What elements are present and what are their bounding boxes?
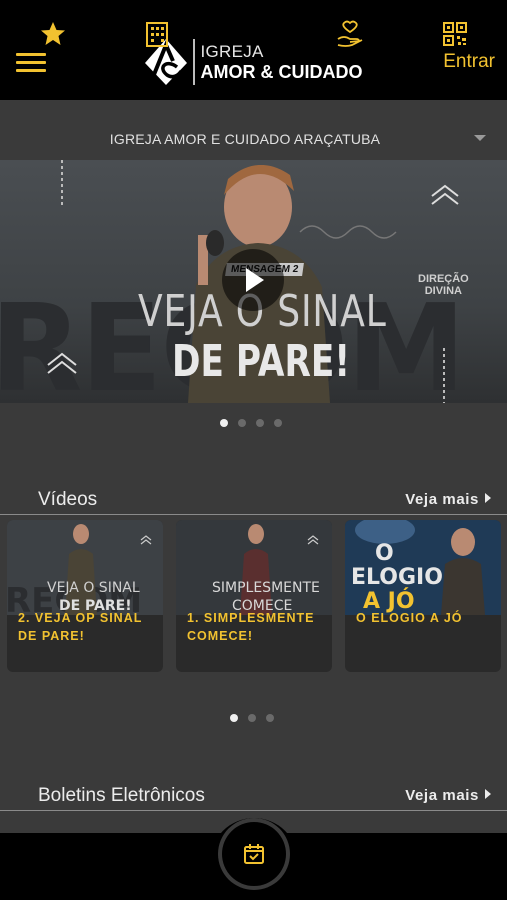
svg-text:O: O <box>375 541 394 566</box>
star-icon[interactable] <box>38 19 68 49</box>
video-card[interactable]: RECOM VEJA O SINAL DE PARE! 2. VEJA OP S… <box>7 520 163 672</box>
bulletins-see-more-link[interactable]: Veja mais <box>405 787 491 804</box>
calendar-check-icon <box>244 844 264 864</box>
caret-down-icon <box>474 135 486 141</box>
chevron-right-icon <box>485 789 491 799</box>
church-selector-value: IGREJA AMOR E CUIDADO ARAÇATUBA <box>109 131 381 147</box>
pagination-dot[interactable] <box>274 419 282 427</box>
donate-hand-icon[interactable] <box>335 19 365 49</box>
videos-see-more-link[interactable]: Veja mais <box>405 491 491 508</box>
video-card[interactable]: SIMPLESMENTE COMECE 1. SIMPLESMENTE COME… <box>176 520 332 672</box>
videos-section-title: Vídeos <box>38 489 98 510</box>
video-card[interactable]: O ELOGIO A JÓ O ELOGIO A JÓ <box>345 520 501 672</box>
logo-text-line2: AMOR & CUIDADO <box>200 62 363 82</box>
play-icon <box>246 268 264 292</box>
login-button[interactable]: Entrar <box>443 51 495 73</box>
svg-text:SIMPLESMENTE: SIMPLESMENTE <box>212 580 320 596</box>
center-nav-button[interactable] <box>218 818 290 890</box>
banner-pagination <box>220 419 282 427</box>
logo-divider <box>193 39 195 85</box>
building-icon[interactable] <box>142 19 172 49</box>
section-divider <box>0 810 507 811</box>
video-card-title: 2. VEJA OP SINAL DE PARE! <box>18 611 143 643</box>
app-header: IGREJA AMOR & CUIDADO Entrar <box>0 0 507 100</box>
videos-pagination <box>230 714 274 722</box>
pagination-dot[interactable] <box>230 714 238 722</box>
pagination-dot[interactable] <box>256 419 264 427</box>
church-selector[interactable]: IGREJA AMOR E CUIDADO ARAÇATUBA <box>0 118 507 158</box>
banner-series-label: DIREÇÃO DIVINA <box>418 273 469 297</box>
banner-title-line2: DE PARE! <box>172 336 350 387</box>
bulletins-section-title: Boletins Eletrônicos <box>38 785 205 806</box>
qr-code-icon[interactable] <box>440 19 470 49</box>
chevron-right-icon <box>485 493 491 503</box>
play-video-button[interactable] <box>222 249 284 311</box>
video-thumbnail: O ELOGIO A JÓ <box>345 520 501 615</box>
svg-text:VEJA O SINAL: VEJA O SINAL <box>47 580 140 596</box>
svg-text:ELOGIO: ELOGIO <box>351 565 443 590</box>
pagination-dot[interactable] <box>266 714 274 722</box>
hamburger-menu-icon[interactable] <box>16 53 46 73</box>
church-logo: IGREJA AMOR & CUIDADO <box>143 36 363 88</box>
pagination-dot[interactable] <box>248 714 256 722</box>
video-card-title: 1. SIMPLESMENTE COMECE! <box>187 611 315 643</box>
video-card-title: O ELOGIO A JÓ <box>356 611 463 625</box>
pagination-dot[interactable] <box>238 419 246 427</box>
video-thumbnail: RECOM VEJA O SINAL DE PARE! <box>7 520 163 615</box>
video-thumbnail: SIMPLESMENTE COMECE <box>176 520 332 615</box>
section-divider <box>0 514 507 515</box>
pagination-dot[interactable] <box>220 419 228 427</box>
